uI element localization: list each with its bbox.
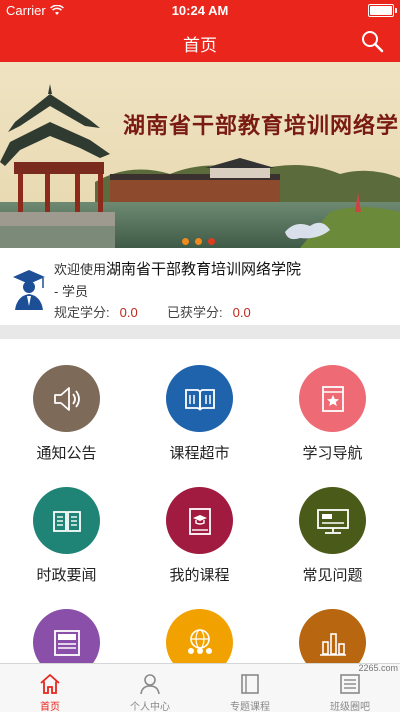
statistics-circle: [299, 609, 366, 663]
grid-label: 通知公告: [36, 445, 97, 462]
search-icon[interactable]: [360, 29, 384, 53]
tab-bar: 首页 个人中心 专题课程 班级圈吧: [0, 663, 400, 713]
grid-item-community[interactable]: [133, 583, 266, 663]
learning-guide-circle: [299, 365, 366, 432]
carousel-dot[interactable]: [182, 238, 189, 245]
bookmark-star-icon: [321, 385, 344, 412]
grid-label: 常见问题: [302, 567, 363, 584]
battery-icon: [368, 4, 397, 17]
my-courses-circle: [166, 487, 233, 554]
banner-carousel[interactable]: 湖南省干部教育培训网络学院: [0, 62, 400, 248]
graduation-book-icon: [188, 507, 211, 535]
grid-item-current-affairs[interactable]: 时政要闻: [0, 461, 133, 584]
institution-name: 湖南省干部教育培训网络学院: [106, 261, 302, 278]
earned-credits-label: 已获学分:: [167, 305, 223, 320]
earned-credits-value: 0.0: [232, 305, 251, 320]
nav-bar: 首页: [0, 20, 400, 62]
bar-chart-icon: [319, 632, 346, 656]
carousel-indicator: [182, 238, 215, 245]
news-circle: [33, 609, 100, 663]
grid-item-news[interactable]: [0, 583, 133, 663]
carousel-dot[interactable]: [208, 238, 215, 245]
carousel-dot[interactable]: [195, 238, 202, 245]
open-book-icon: [184, 388, 215, 410]
graduate-avatar-icon: [7, 266, 51, 312]
grid-item-notices[interactable]: 通知公告: [0, 339, 133, 462]
welcome-line: 欢迎使用湖南省干部教育培训网络学院: [54, 258, 301, 279]
grid-label: 学习导航: [302, 445, 363, 462]
grid-item-learning-guide[interactable]: 学习导航: [266, 339, 399, 462]
welcome-greeting: 欢迎使用: [54, 262, 107, 277]
status-time: 10:24 AM: [171, 3, 229, 18]
tab-home[interactable]: 首页: [0, 664, 100, 713]
welcome-panel: 欢迎使用湖南省干部教育培训网络学院 - 学员 规定学分: 0.0 已获学分: 0.0: [0, 248, 400, 325]
banner-image: [0, 62, 400, 248]
grid-label: 课程超市: [169, 445, 230, 462]
tab-profile[interactable]: 个人中心: [100, 664, 200, 713]
list-icon: [340, 674, 360, 694]
speaker-icon: [53, 386, 80, 411]
section-divider: [0, 325, 400, 339]
page-title: 首页: [183, 36, 217, 55]
status-bar: Carrier 10:24 AM: [0, 0, 400, 20]
grid-item-my-courses[interactable]: 我的课程: [133, 461, 266, 584]
grid-item-course-market[interactable]: 课程超市: [133, 339, 266, 462]
credits-row: 规定学分: 0.0 已获学分: 0.0: [54, 302, 251, 321]
required-credits-value: 0.0: [119, 305, 138, 320]
person-icon: [140, 674, 160, 695]
book-icon: [241, 674, 259, 694]
notice-circle: [33, 365, 100, 432]
tab-topic-courses[interactable]: 专题课程: [200, 664, 300, 713]
grid-item-statistics[interactable]: [266, 583, 399, 663]
function-grid: 通知公告 课程超市 学习导航 时政要闻 我的课程 常见问题: [0, 339, 400, 663]
user-role: - 学员: [54, 284, 88, 299]
banner-title: 湖南省干部教育培训网络学院: [123, 113, 400, 139]
grid-label: 时政要闻: [36, 567, 97, 584]
globe-people-icon: [187, 628, 212, 654]
course-market-circle: [166, 365, 233, 432]
news-icon: [53, 629, 80, 656]
home-icon: [40, 674, 60, 694]
current-affairs-circle: [33, 487, 100, 554]
community-circle: [166, 609, 233, 663]
monitor-icon: [316, 508, 349, 534]
grid-item-faq[interactable]: 常见问题: [266, 461, 399, 584]
grid-label: 我的课程: [169, 567, 230, 584]
watermark: 2265.com: [358, 663, 398, 673]
faq-circle: [299, 487, 366, 554]
newspaper-icon: [52, 510, 81, 532]
required-credits-label: 规定学分:: [54, 305, 110, 320]
